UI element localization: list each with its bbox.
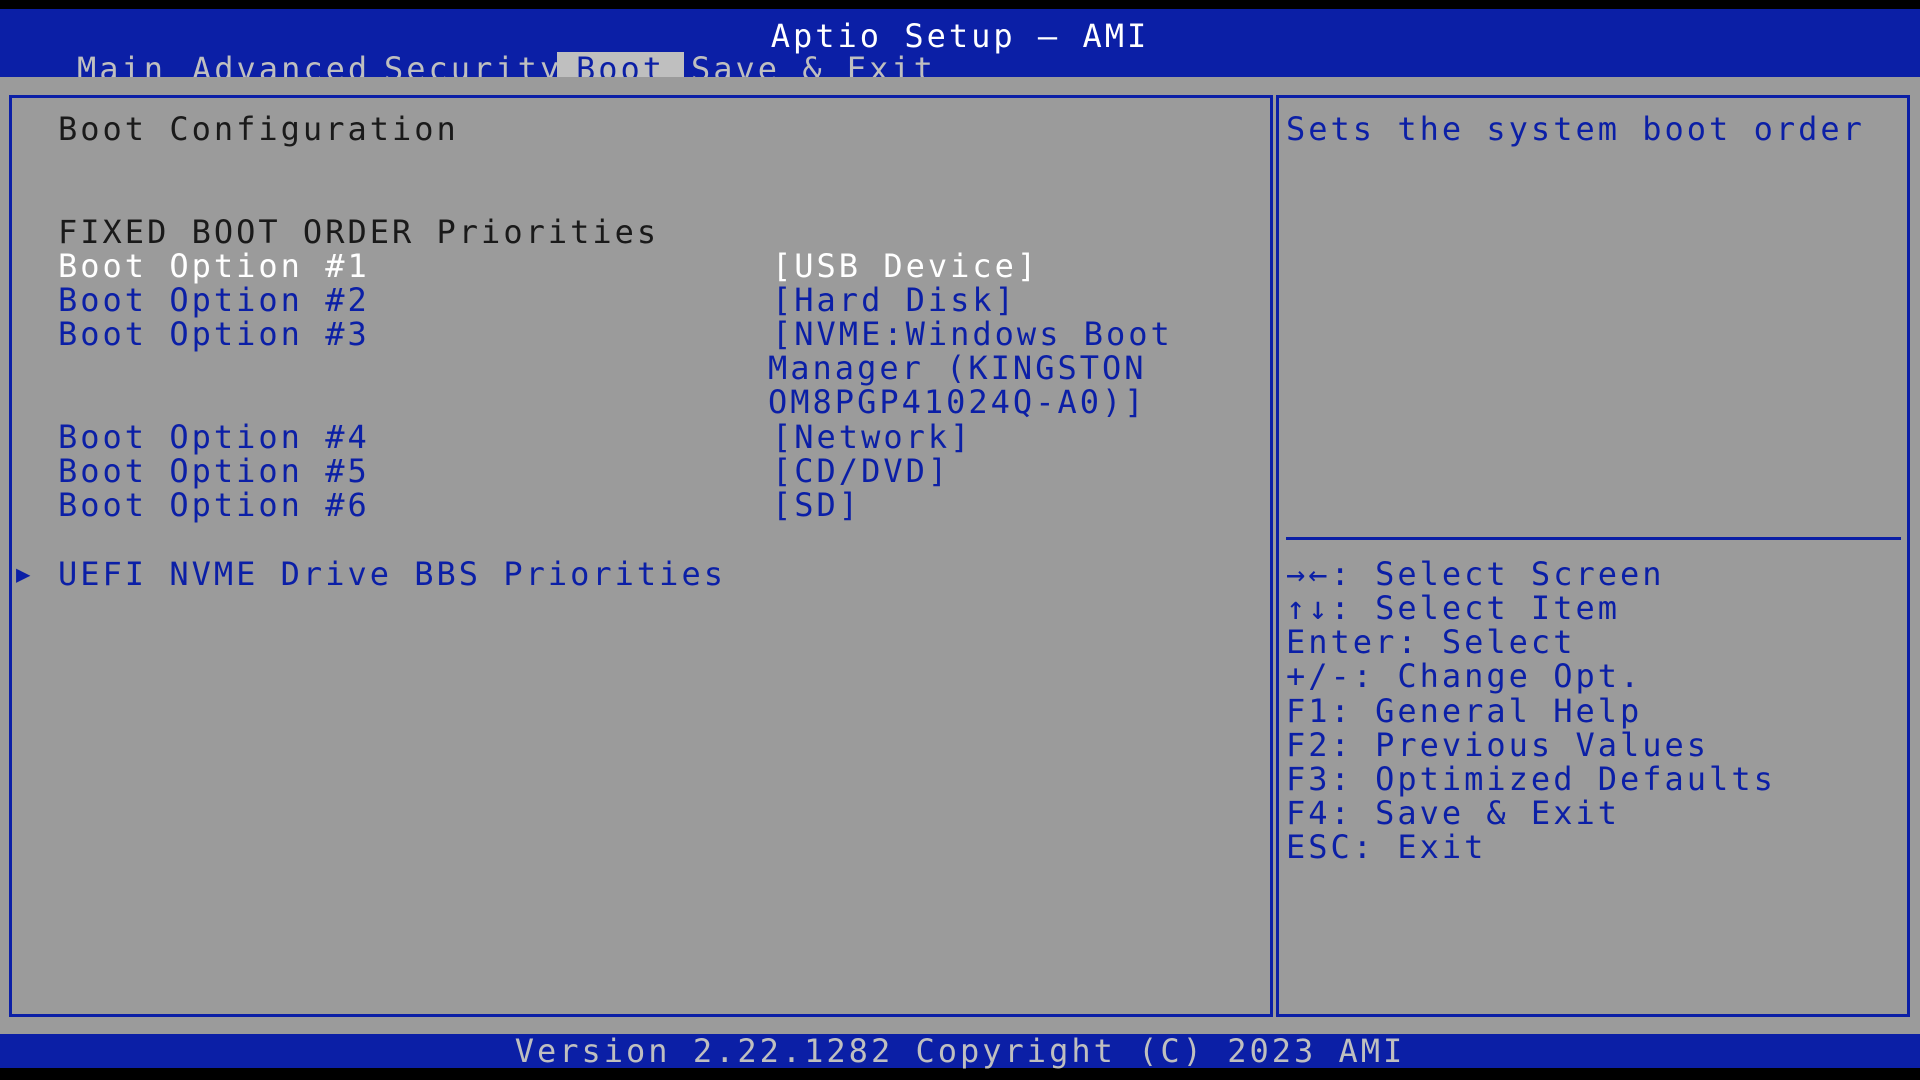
boot-option-6-value[interactable]: [SD] xyxy=(772,488,861,522)
help-divider xyxy=(1286,537,1901,540)
boot-option-1-value[interactable]: [USB Device] xyxy=(772,249,1039,283)
key-hint-f1: F1: General Help xyxy=(1286,692,1643,730)
footer-bar: Version 2.22.1282 Copyright (C) 2023 AMI xyxy=(0,1034,1920,1068)
key-hint-esc: ESC: Exit xyxy=(1286,828,1487,866)
key-hint-f2: F2: Previous Values xyxy=(1286,726,1710,764)
key-hint-change-opt: +/-: Change Opt. xyxy=(1286,657,1643,695)
version-text: Version 2.22.1282 Copyright (C) 2023 AMI xyxy=(514,1032,1406,1070)
key-hint-f4: F4: Save & Exit xyxy=(1286,794,1620,832)
boot-option-5-value[interactable]: [CD/DVD] xyxy=(772,454,950,488)
boot-option-5-label[interactable]: Boot Option #5 xyxy=(58,454,370,488)
boot-option-3-label[interactable]: Boot Option #3 xyxy=(58,317,370,351)
boot-option-3-value-line-2[interactable]: Manager (KINGSTON xyxy=(768,351,1147,385)
submenu-arrow-icon: ▶ xyxy=(16,560,34,588)
boot-option-3-value-line-3[interactable]: OM8PGP41024Q-A0)] xyxy=(768,385,1147,419)
boot-option-6-label[interactable]: Boot Option #6 xyxy=(58,488,370,522)
boot-option-3-value-line-1[interactable]: [NVME:Windows Boot xyxy=(772,317,1173,351)
key-hint-select-screen: →←: Select Screen xyxy=(1286,555,1665,593)
boot-option-4-value[interactable]: [Network] xyxy=(772,420,972,454)
help-description: Sets the system boot order xyxy=(1286,110,1865,148)
key-hint-select-item: ↑↓: Select Item xyxy=(1286,589,1620,627)
window-title: Aptio Setup – AMI xyxy=(770,17,1150,55)
boot-option-2-value[interactable]: [Hard Disk] xyxy=(772,283,1017,317)
boot-option-4-label[interactable]: Boot Option #4 xyxy=(58,420,370,454)
key-hint-enter: Enter: Select xyxy=(1286,623,1576,661)
boot-option-1-label[interactable]: Boot Option #1 xyxy=(58,249,370,283)
group-title: FIXED BOOT ORDER Priorities xyxy=(58,213,660,251)
title-bar: Aptio Setup – AMI Main Advanced Security… xyxy=(0,9,1920,86)
submenu-nvme-bbs-priorities[interactable]: UEFI NVME Drive BBS Priorities xyxy=(58,557,726,591)
key-hint-f3: F3: Optimized Defaults xyxy=(1286,760,1776,798)
boot-option-2-label[interactable]: Boot Option #2 xyxy=(58,283,370,317)
section-title: Boot Configuration xyxy=(58,110,459,148)
